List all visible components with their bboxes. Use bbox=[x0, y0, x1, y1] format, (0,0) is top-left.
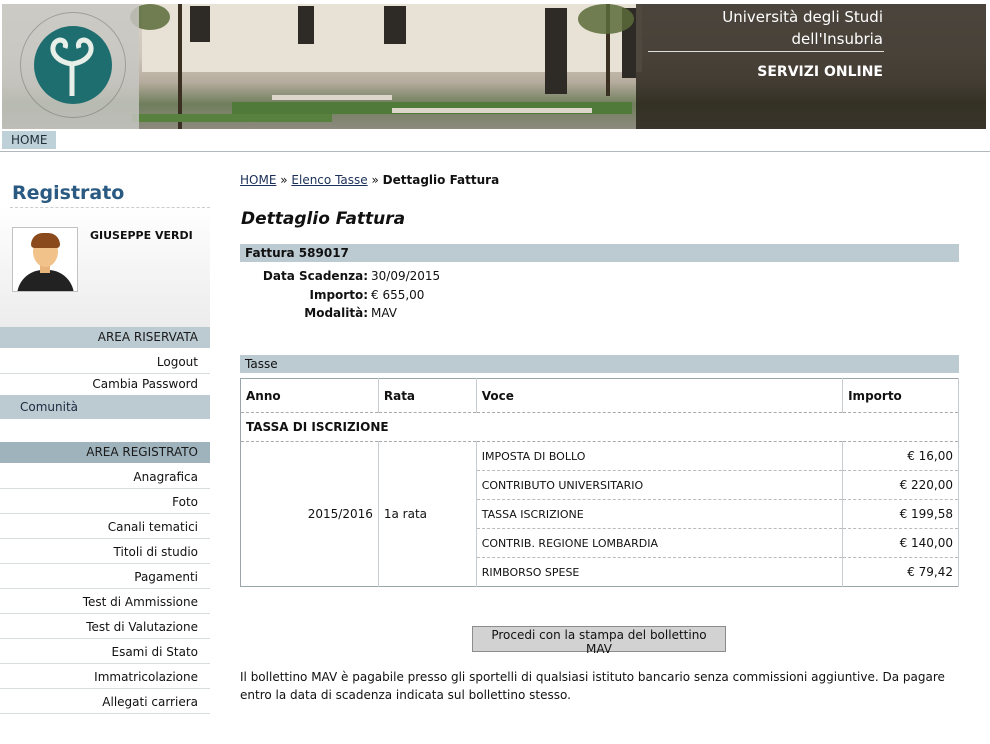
table-row: 2015/2016 1a rata IMPOSTA DI BOLLO € 16,… bbox=[240, 441, 959, 587]
mav-info-note: Il bollettino MAV è pagabile presso gli … bbox=[240, 670, 945, 702]
sidebar-item-titoli-di-studio[interactable]: Titoli di studio bbox=[0, 540, 210, 564]
table-header-row: Anno Rata Voce Importo bbox=[240, 378, 959, 413]
section-label: TASSA DI ISCRIZIONE bbox=[240, 412, 959, 442]
breadcrumb-home-link[interactable]: HOME bbox=[240, 173, 276, 187]
sidebar-item-cambia-password[interactable]: Cambia Password bbox=[0, 372, 210, 396]
area-riservata-heading: AREA RISERVATA bbox=[0, 327, 210, 348]
avatar bbox=[12, 227, 78, 292]
column-header-anno: Anno bbox=[240, 378, 379, 413]
tasse-heading: Tasse bbox=[240, 355, 959, 373]
tasse-table: Anno Rata Voce Importo TASSA DI ISCRIZIO… bbox=[240, 378, 959, 587]
sidebar-item-pagamenti[interactable]: Pagamenti bbox=[0, 565, 210, 589]
page-title: Dettaglio Fattura bbox=[241, 209, 406, 229]
importo-cell: € 220,00 bbox=[842, 470, 959, 500]
sidebar-item-immatricolazione[interactable]: Immatricolazione bbox=[0, 665, 210, 689]
modalita-value: MAV bbox=[371, 306, 398, 320]
sidebar-divider bbox=[10, 207, 210, 208]
voce-cell: CONTRIB. REGIONE LOMBARDIA bbox=[476, 528, 844, 558]
column-header-importo: Importo bbox=[842, 378, 959, 413]
importo-cell: € 199,58 bbox=[842, 499, 959, 529]
header-banner: Università degli Studi dell'Insubria SER… bbox=[0, 0, 990, 131]
modalita-label: Modalità: bbox=[304, 306, 368, 320]
sidebar-item-test-di-valutazione[interactable]: Test di Valutazione bbox=[0, 615, 210, 639]
sidebar-item-foto[interactable]: Foto bbox=[0, 490, 210, 514]
sidebar-item-comunita[interactable]: Comunità bbox=[0, 395, 210, 419]
university-name-line2: dell'Insubria bbox=[791, 30, 883, 48]
university-logo bbox=[2, 4, 139, 129]
sidebar-item-canali-tematici[interactable]: Canali tematici bbox=[0, 515, 210, 539]
anno-cell: 2015/2016 bbox=[240, 441, 379, 587]
header-divider bbox=[648, 51, 884, 52]
voce-cell: IMPOSTA DI BOLLO bbox=[476, 441, 844, 471]
column-header-rata: Rata bbox=[378, 378, 477, 413]
breadcrumb-separator: » bbox=[371, 173, 379, 187]
column-header-voce: Voce bbox=[476, 378, 844, 413]
sidebar-title: Registrato bbox=[12, 182, 125, 204]
voce-cell: TASSA ISCRIZIONE bbox=[476, 499, 844, 529]
area-registrato-heading: AREA REGISTRATO bbox=[0, 442, 210, 463]
breadcrumb-elenco-tasse-link[interactable]: Elenco Tasse bbox=[291, 173, 367, 187]
sidebar-item-esami-di-stato[interactable]: Esami di Stato bbox=[0, 640, 210, 664]
sidebar-item-anagrafica[interactable]: Anagrafica bbox=[0, 465, 210, 489]
rata-cell: 1a rata bbox=[378, 441, 477, 587]
servizi-online-label: SERVIZI ONLINE bbox=[757, 64, 883, 80]
sidebar-item-test-di-ammissione[interactable]: Test di Ammissione bbox=[0, 590, 210, 614]
sidebar-item-logout[interactable]: Logout bbox=[0, 350, 210, 374]
importo-label: Importo: bbox=[309, 288, 369, 302]
university-name-line1: Università degli Studi bbox=[722, 8, 883, 26]
sidebar-item-allegati-carriera[interactable]: Allegati carriera bbox=[0, 690, 210, 714]
voce-cell: CONTRIBUTO UNIVERSITARIO bbox=[476, 470, 844, 500]
fattura-heading: Fattura 589017 bbox=[240, 244, 959, 262]
voce-cell: RIMBORSO SPESE bbox=[476, 557, 844, 587]
sidebar: Registrato GIUSEPPE VERDI AREA RISERVATA… bbox=[0, 152, 210, 744]
top-nav: HOME bbox=[0, 131, 990, 152]
data-scadenza-value: 30/09/2015 bbox=[371, 269, 441, 283]
data-scadenza-label: Data Scadenza: bbox=[262, 269, 368, 283]
user-name: GIUSEPPE VERDI bbox=[90, 229, 193, 242]
stampa-bollettino-mav-button[interactable]: Procedi con la stampa del bollettino MAV bbox=[472, 626, 726, 656]
importo-cell: € 16,00 bbox=[842, 441, 959, 471]
breadcrumb-separator: » bbox=[280, 173, 288, 187]
importo-cell: € 140,00 bbox=[842, 528, 959, 558]
importo-value: € 655,00 bbox=[371, 288, 425, 302]
breadcrumb-current: Dettaglio Fattura bbox=[382, 173, 500, 187]
breadcrumb: HOME » Elenco Tasse » Dettaglio Fattura bbox=[240, 173, 499, 187]
importo-cell: € 79,42 bbox=[842, 557, 959, 587]
home-tab[interactable]: HOME bbox=[2, 131, 57, 149]
section-row: TASSA DI ISCRIZIONE bbox=[240, 412, 959, 442]
